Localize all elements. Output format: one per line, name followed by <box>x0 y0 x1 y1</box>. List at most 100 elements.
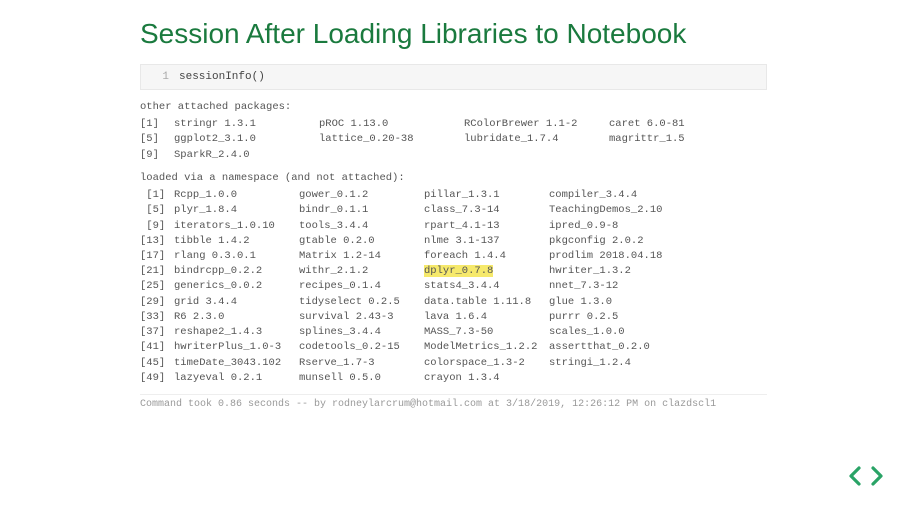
package-name: tibble 1.4.2 <box>174 234 299 249</box>
package-row: [5]plyr_1.8.4bindr_0.1.1class_7.3-14Teac… <box>140 203 767 218</box>
package-row: [17]rlang 0.3.0.1Matrix 1.2-14foreach 1.… <box>140 249 767 264</box>
package-name: hwriterPlus_1.0-3 <box>174 340 299 355</box>
row-index: [21] <box>140 264 174 279</box>
row-index: [29] <box>140 295 174 310</box>
package-name: plyr_1.8.4 <box>174 203 299 218</box>
row-index: [5] <box>140 203 174 218</box>
package-row: [33]R6 2.3.0survival 2.43-3lava 1.6.4pur… <box>140 310 767 325</box>
package-name: dplyr_0.7.8 <box>424 264 549 279</box>
attached-heading: other attached packages: <box>140 100 767 115</box>
package-name: codetools_0.2-15 <box>299 340 424 355</box>
package-name: class_7.3-14 <box>424 203 549 218</box>
row-index: [9] <box>140 219 174 234</box>
package-row: [9]iterators_1.0.10tools_3.4.4rpart_4.1-… <box>140 219 767 234</box>
output-attached: other attached packages: [1]stringr 1.3.… <box>140 100 767 163</box>
package-name: data.table 1.11.8 <box>424 295 549 310</box>
package-name <box>464 148 609 163</box>
package-name: assertthat_0.2.0 <box>549 340 674 355</box>
package-name: foreach 1.4.4 <box>424 249 549 264</box>
package-name: reshape2_1.4.3 <box>174 325 299 340</box>
package-name: grid 3.4.4 <box>174 295 299 310</box>
row-index: [33] <box>140 310 174 325</box>
package-name: pkgconfig 2.0.2 <box>549 234 674 249</box>
package-row: [1]Rcpp_1.0.0gower_0.1.2pillar_1.3.1comp… <box>140 188 767 203</box>
row-index: [41] <box>140 340 174 355</box>
row-index: [1] <box>140 117 174 132</box>
package-row: [9]SparkR_2.4.0 <box>140 148 767 163</box>
package-name: compiler_3.4.4 <box>549 188 674 203</box>
package-name: iterators_1.0.10 <box>174 219 299 234</box>
package-name: bindrcpp_0.2.2 <box>174 264 299 279</box>
loaded-heading: loaded via a namespace (and not attached… <box>140 171 767 186</box>
package-name: pROC 1.13.0 <box>319 117 464 132</box>
package-name: survival 2.43-3 <box>299 310 424 325</box>
row-index: [25] <box>140 279 174 294</box>
package-name: Rcpp_1.0.0 <box>174 188 299 203</box>
package-name: RColorBrewer 1.1-2 <box>464 117 609 132</box>
package-row: [21]bindrcpp_0.2.2withr_2.1.2dplyr_0.7.8… <box>140 264 767 279</box>
row-index: [49] <box>140 371 174 386</box>
package-name: R6 2.3.0 <box>174 310 299 325</box>
package-name: scales_1.0.0 <box>549 325 674 340</box>
package-row: [5]ggplot2_3.1.0lattice_0.20-38lubridate… <box>140 132 767 147</box>
nav-chevrons-icon[interactable] <box>847 464 885 488</box>
package-row: [13]tibble 1.4.2gtable 0.2.0nlme 3.1-137… <box>140 234 767 249</box>
package-name: stats4_3.4.4 <box>424 279 549 294</box>
package-row: [37]reshape2_1.4.3splines_3.4.4MASS_7.3-… <box>140 325 767 340</box>
package-name: recipes_0.1.4 <box>299 279 424 294</box>
package-name: tidyselect 0.2.5 <box>299 295 424 310</box>
package-name: hwriter_1.3.2 <box>549 264 674 279</box>
code-cell[interactable]: 1 sessionInfo() <box>140 64 767 90</box>
package-name: generics_0.0.2 <box>174 279 299 294</box>
package-name: caret 6.0-81 <box>609 117 754 132</box>
package-name: lubridate_1.7.4 <box>464 132 609 147</box>
package-name: ModelMetrics_1.2.2 <box>424 340 549 355</box>
package-name: withr_2.1.2 <box>299 264 424 279</box>
package-name: nlme 3.1-137 <box>424 234 549 249</box>
package-name: lava 1.6.4 <box>424 310 549 325</box>
package-name: prodlim 2018.04.18 <box>549 249 674 264</box>
package-name: gower_0.1.2 <box>299 188 424 203</box>
package-name: rpart_4.1-13 <box>424 219 549 234</box>
package-name: splines_3.4.4 <box>299 325 424 340</box>
code-text: sessionInfo() <box>179 71 265 83</box>
package-name: lattice_0.20-38 <box>319 132 464 147</box>
package-row: [45]timeDate_3043.102Rserve_1.7-3colorsp… <box>140 356 767 371</box>
package-name: Rserve_1.7-3 <box>299 356 424 371</box>
package-name: nnet_7.3-12 <box>549 279 674 294</box>
package-name <box>549 371 674 386</box>
package-name: bindr_0.1.1 <box>299 203 424 218</box>
package-name: ipred_0.9-8 <box>549 219 674 234</box>
package-name: rlang 0.3.0.1 <box>174 249 299 264</box>
package-name: ggplot2_3.1.0 <box>174 132 319 147</box>
package-name: colorspace_1.3-2 <box>424 356 549 371</box>
package-name: stringi_1.2.4 <box>549 356 674 371</box>
package-name: lazyeval 0.2.1 <box>174 371 299 386</box>
package-name: TeachingDemos_2.10 <box>549 203 674 218</box>
row-index: [13] <box>140 234 174 249</box>
page-title: Session After Loading Libraries to Noteb… <box>0 0 907 64</box>
package-row: [49]lazyeval 0.2.1munsell 0.5.0crayon 1.… <box>140 371 767 386</box>
package-name: magrittr_1.5 <box>609 132 754 147</box>
package-name: MASS_7.3-50 <box>424 325 549 340</box>
package-name: purrr 0.2.5 <box>549 310 674 325</box>
package-row: [29]grid 3.4.4tidyselect 0.2.5data.table… <box>140 295 767 310</box>
package-name: Matrix 1.2-14 <box>299 249 424 264</box>
line-number: 1 <box>151 71 169 83</box>
package-name: stringr 1.3.1 <box>174 117 319 132</box>
package-name <box>609 148 754 163</box>
package-name: gtable 0.2.0 <box>299 234 424 249</box>
package-row: [25]generics_0.0.2recipes_0.1.4stats4_3.… <box>140 279 767 294</box>
command-footer: Command took 0.86 seconds -- by rodneyla… <box>140 394 767 410</box>
row-index: [9] <box>140 148 174 163</box>
package-name: tools_3.4.4 <box>299 219 424 234</box>
package-name: crayon 1.3.4 <box>424 371 549 386</box>
row-index: [17] <box>140 249 174 264</box>
package-name: timeDate_3043.102 <box>174 356 299 371</box>
package-name: munsell 0.5.0 <box>299 371 424 386</box>
package-row: [41]hwriterPlus_1.0-3codetools_0.2-15Mod… <box>140 340 767 355</box>
package-row: [1]stringr 1.3.1pROC 1.13.0RColorBrewer … <box>140 117 767 132</box>
row-index: [45] <box>140 356 174 371</box>
package-name: SparkR_2.4.0 <box>174 148 319 163</box>
package-name: glue 1.3.0 <box>549 295 674 310</box>
